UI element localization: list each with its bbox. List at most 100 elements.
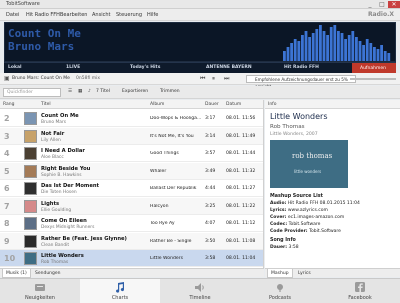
source-key: Cover: xyxy=(270,215,287,220)
track-artist: Rob Thomas xyxy=(41,260,69,265)
source-value: Tobit.Software xyxy=(309,229,341,234)
nav-timeline[interactable]: Timeline xyxy=(160,279,240,303)
menu-hilfe[interactable]: Hilfe xyxy=(147,12,158,18)
spectrum-bar xyxy=(326,35,329,61)
spectrum-bar xyxy=(297,41,301,61)
cover-thumbnail xyxy=(24,252,37,265)
track-duration: 3:58 xyxy=(205,256,216,261)
track-album: Good Things xyxy=(150,151,179,156)
close-button[interactable]: ✕ xyxy=(388,1,400,8)
tab-sendungen[interactable]: Sendungen xyxy=(32,269,64,278)
rank-number: 2 xyxy=(4,114,10,123)
track-title: Das Ist Der Moment xyxy=(41,183,100,189)
column-duration[interactable]: Dauer xyxy=(205,102,219,107)
rank-number: 9 xyxy=(4,236,10,246)
table-row[interactable]: 4 I Need A Dollar Aloe Blacc Good Things 3:5… xyxy=(0,145,263,162)
spectrum-bar xyxy=(347,35,351,61)
track-artist: Die Toten Hosen xyxy=(41,190,77,195)
menu-bearbeiten[interactable]: Bearbeiten xyxy=(60,12,87,18)
track-artist: Clean Bandit xyxy=(41,242,70,248)
track-duration: 3:49 xyxy=(205,168,216,174)
track-duration: 3:50 xyxy=(205,238,216,244)
trim-button[interactable]: Trimmen xyxy=(160,89,180,94)
source-key: Code Provider: xyxy=(270,229,308,234)
music-note-icon: ♪ xyxy=(88,89,91,94)
table-row[interactable]: 6 Das Ist Der Moment Die Toten Hosen Ballas… xyxy=(0,180,263,197)
track-album: It's Not Me, It's You xyxy=(150,133,194,139)
column-date[interactable]: Datum xyxy=(226,102,241,107)
list-icon[interactable]: ☰ xyxy=(68,89,72,94)
nav-neuigkeiten[interactable]: Neuigkeiten xyxy=(0,279,80,303)
cover-thumbnail xyxy=(24,147,37,160)
track-title: Come On Eileen xyxy=(41,218,87,224)
table-row[interactable]: 10 Little Wonders Rob Thomas Little Wonders… xyxy=(0,250,263,267)
grid-icon[interactable]: ▦ xyxy=(78,89,82,94)
column-album[interactable]: Album xyxy=(150,102,164,107)
menu-steuerung[interactable]: Steuerung xyxy=(116,12,142,18)
menu-datei[interactable]: Datei xyxy=(6,12,19,18)
now-playing-artist: Bruno Mars xyxy=(8,40,75,53)
nav-charts[interactable]: Charts xyxy=(80,279,160,303)
title-count: 7 Titel xyxy=(96,89,110,94)
track-album: Ballast Der Republik xyxy=(150,186,197,191)
source-line: Cover: ec1.images-amazon.com xyxy=(270,215,344,220)
track-title: I Need A Dollar xyxy=(41,148,85,154)
table-row[interactable]: 3 Not Fair Lily Allen It's Not Me, It's You… xyxy=(0,127,263,145)
table-row[interactable]: 9 Rather Be (Feat. Jess Glynne) Clean Band… xyxy=(0,232,263,250)
pause-icon[interactable]: ⏸ xyxy=(212,75,215,83)
track-duration: 4:07 xyxy=(205,221,216,226)
tab-mashup[interactable]: Mashup xyxy=(267,269,293,278)
quickfinder-input[interactable]: Quickfinder xyxy=(3,88,61,97)
spectrum-bar xyxy=(373,47,376,61)
cover-thumbnail xyxy=(24,217,37,230)
cover-thumbnail xyxy=(24,164,37,178)
menu-station[interactable]: Hit Radio FFH xyxy=(26,12,60,18)
minimize-button[interactable]: _ xyxy=(364,1,376,8)
current-track: Bruno Mars: Count On Me xyxy=(12,76,70,81)
export-button[interactable]: Exportieren xyxy=(122,89,148,94)
track-artist: Ellie Goulding xyxy=(41,207,72,213)
station-1live[interactable]: 1LIVE xyxy=(66,65,80,70)
station-antenne-bayern[interactable]: ANTENNE BAYERN xyxy=(206,65,252,70)
source-key: Codec: xyxy=(270,222,288,227)
column-rank[interactable]: Rang xyxy=(3,102,15,107)
spectrum-bar xyxy=(308,37,311,61)
tab-musik[interactable]: Musik (1) xyxy=(2,269,31,278)
maximize-button[interactable]: □ xyxy=(376,1,388,8)
chart-table: Rang Titel Album Dauer Datum 2 Count On M… xyxy=(0,100,264,268)
station-hit-radio-ffh[interactable]: Hit Radio FFH xyxy=(284,65,319,70)
spectrum-bar xyxy=(344,39,347,61)
menu-ansicht[interactable]: Ansicht xyxy=(92,12,110,18)
track-title: Rather Be (Feat. Jess Glynne) xyxy=(41,235,127,242)
spectrum-bar xyxy=(333,25,337,61)
table-row[interactable]: 7 Lights Ellie Goulding Halcyon 3:25 08.01. 1… xyxy=(0,197,263,215)
next-icon[interactable]: ⏭ xyxy=(224,75,229,83)
spectrum-bar xyxy=(286,47,290,61)
tab-lyrics[interactable]: Lyrics xyxy=(295,269,314,278)
station-lokal[interactable]: Lokal xyxy=(8,65,22,70)
track-title: Right Beside You xyxy=(41,165,91,172)
nav-facebook[interactable]: Facebook xyxy=(320,279,400,303)
nav-podcasts[interactable]: Podcasts xyxy=(240,279,320,303)
spectrum-bar xyxy=(355,37,358,61)
table-row[interactable]: 5 Right Beside You Sophie B. Hawkins Whaler… xyxy=(0,162,263,180)
info-tabs: Mashup Lyrics xyxy=(265,268,400,278)
volume-slider[interactable] xyxy=(350,78,396,80)
nav-label: Charts xyxy=(111,295,129,301)
spectrum-bar xyxy=(380,45,383,61)
record-label: Aufnahmen xyxy=(360,66,386,71)
table-row[interactable]: 2 Count On Me Bruno Mars Doo-Wops & Hooliga… xyxy=(0,110,263,127)
rank-number: 4 xyxy=(4,149,10,158)
spectrum-bar xyxy=(304,31,308,61)
track-date: 08.01. 11:08 xyxy=(226,238,256,244)
previous-icon[interactable]: ⏮ xyxy=(200,75,205,83)
info-song-title: Little Wonders xyxy=(270,112,328,121)
menu-bar: Datei Hit Radio FFH Bearbeiten Ansicht S… xyxy=(0,9,400,21)
station-todays-hits[interactable]: Today's Hits xyxy=(130,65,160,70)
cover-thumbnail xyxy=(24,129,37,143)
spectrum-bar xyxy=(311,33,315,61)
column-title[interactable]: Titel xyxy=(41,102,51,107)
spectrum-analyzer xyxy=(283,25,391,61)
table-row[interactable]: 8 Come On Eileen Dexys Midnight Runners Too… xyxy=(0,215,263,232)
track-album: Little Wonders xyxy=(150,256,184,261)
